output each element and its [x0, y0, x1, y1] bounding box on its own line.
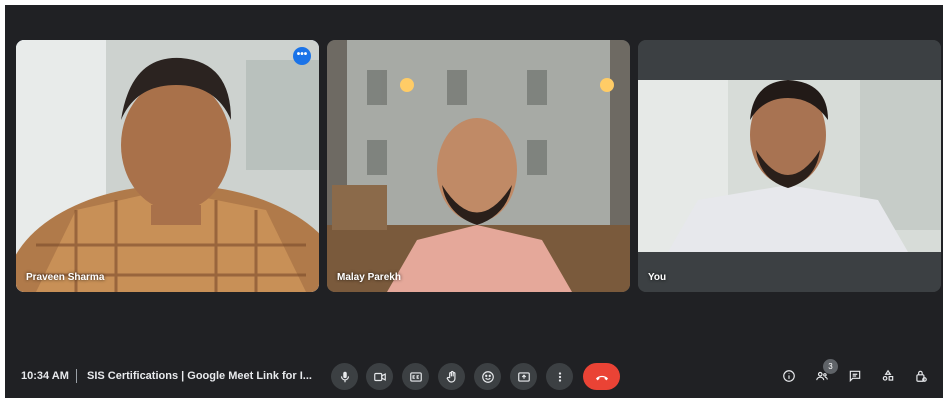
activities-icon [882, 369, 894, 381]
chat-icon [849, 370, 861, 383]
camera-button[interactable] [366, 363, 393, 390]
more-options-icon[interactable]: ••• [293, 47, 311, 65]
present-button[interactable] [510, 363, 537, 390]
participant-video [327, 40, 630, 292]
mic-button[interactable] [331, 363, 358, 390]
end-call-icon [595, 375, 608, 380]
emoji-button[interactable] [474, 363, 501, 390]
host-controls-button[interactable] [912, 367, 930, 385]
mic-icon [340, 371, 349, 382]
participant-tile-you[interactable]: You [638, 40, 941, 292]
participant-tile-malay-parekh[interactable]: Malay Parekh [327, 40, 630, 292]
bottom-bar: 10:34 AM SIS Certifications | Google Mee… [5, 360, 943, 394]
divider [76, 369, 77, 383]
chat-button[interactable] [846, 367, 864, 385]
end-call-button[interactable] [583, 363, 620, 390]
participant-video [16, 40, 319, 292]
captions-button[interactable] [402, 363, 429, 390]
more-vert-icon [558, 371, 561, 382]
captions-icon [409, 371, 422, 382]
emoji-icon [481, 370, 494, 383]
host-controls-icon [916, 370, 927, 382]
participant-video [638, 40, 941, 292]
meeting-title: SIS Certifications | Google Meet Link fo… [87, 370, 312, 382]
participant-count-badge: 3 [823, 359, 838, 374]
participant-name: Praveen Sharma [26, 272, 105, 283]
more-options-button[interactable] [546, 363, 573, 390]
clock: 10:34 AM [21, 370, 69, 382]
present-icon [517, 371, 530, 382]
participant-name: Malay Parekh [337, 272, 401, 283]
participant-tile-praveen-sharma[interactable]: ••• Praveen Sharma [16, 40, 319, 292]
meeting-details-button[interactable] [780, 367, 798, 385]
participant-name: You [648, 272, 667, 283]
raise-hand-icon [446, 370, 455, 383]
camera-icon [373, 372, 386, 381]
raise-hand-button[interactable] [438, 363, 465, 390]
info-icon [783, 370, 795, 382]
meet-window: ••• Praveen Sharma Malay Parekh You 10:3… [5, 5, 943, 398]
activities-button[interactable] [879, 367, 897, 385]
